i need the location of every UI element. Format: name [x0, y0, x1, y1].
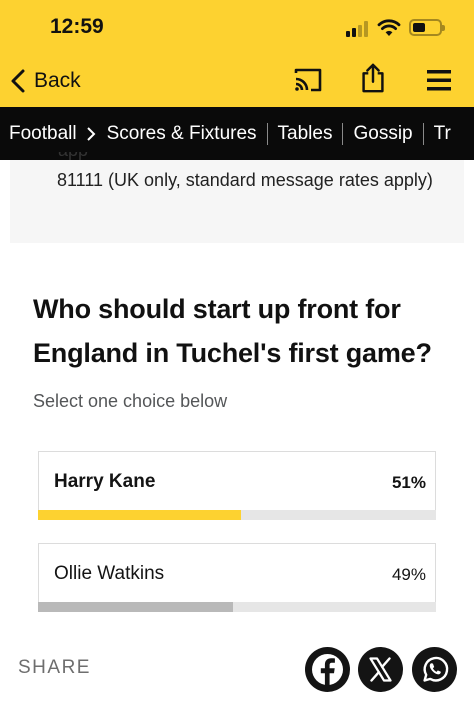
facebook-icon — [312, 654, 343, 687]
choice-percent: 49% — [391, 565, 426, 584]
info-text: 81111 (UK only, standard message rates a… — [57, 170, 433, 190]
whatsapp-share-button[interactable] — [412, 647, 457, 692]
whatsapp-icon — [423, 656, 449, 682]
nav-item-scores-fixtures[interactable]: Scores & Fixtures — [97, 123, 267, 145]
wifi-icon — [377, 19, 401, 36]
nav-item-transfers[interactable]: Tr — [424, 123, 461, 145]
facebook-share-button[interactable] — [305, 647, 350, 692]
status-time: 12:59 — [50, 15, 104, 38]
result-bar-track — [38, 510, 436, 520]
menu-icon[interactable] — [424, 64, 456, 96]
nav-item-tables[interactable]: Tables — [268, 123, 343, 145]
chevron-left-icon — [11, 69, 25, 93]
choice-name: Harry Kane — [54, 471, 156, 492]
cast-icon[interactable] — [292, 64, 324, 96]
nav-item-gossip[interactable]: Gossip — [343, 123, 422, 145]
info-cut-text: app — [58, 152, 88, 161]
result-bar-track — [38, 602, 436, 612]
poll-question: Who should start up front for England in… — [33, 294, 432, 368]
poll-hint: Select one choice below — [33, 391, 228, 411]
x-share-button[interactable] — [358, 647, 403, 692]
poll-choice[interactable]: Ollie Watkins 49% — [38, 543, 436, 612]
nav-item-football[interactable]: Football — [0, 123, 85, 145]
back-label: Back — [34, 69, 81, 92]
result-bar — [38, 510, 241, 520]
poll-choice[interactable]: Harry Kane 51% — [38, 451, 436, 520]
share-icon[interactable] — [357, 62, 389, 94]
battery-icon — [409, 19, 445, 36]
back-button[interactable]: Back — [10, 66, 81, 96]
share-label: SHARE — [18, 657, 91, 678]
chevron-right-icon — [86, 126, 96, 141]
app-header: 12:59 Back — [0, 0, 474, 107]
info-box: app 81111 (UK only, standard message rat… — [10, 152, 464, 243]
choice-percent: 51% — [391, 473, 426, 492]
cellular-signal-icon — [346, 21, 372, 37]
x-icon — [369, 657, 392, 682]
choice-name: Ollie Watkins — [54, 563, 165, 584]
result-bar — [38, 602, 234, 612]
